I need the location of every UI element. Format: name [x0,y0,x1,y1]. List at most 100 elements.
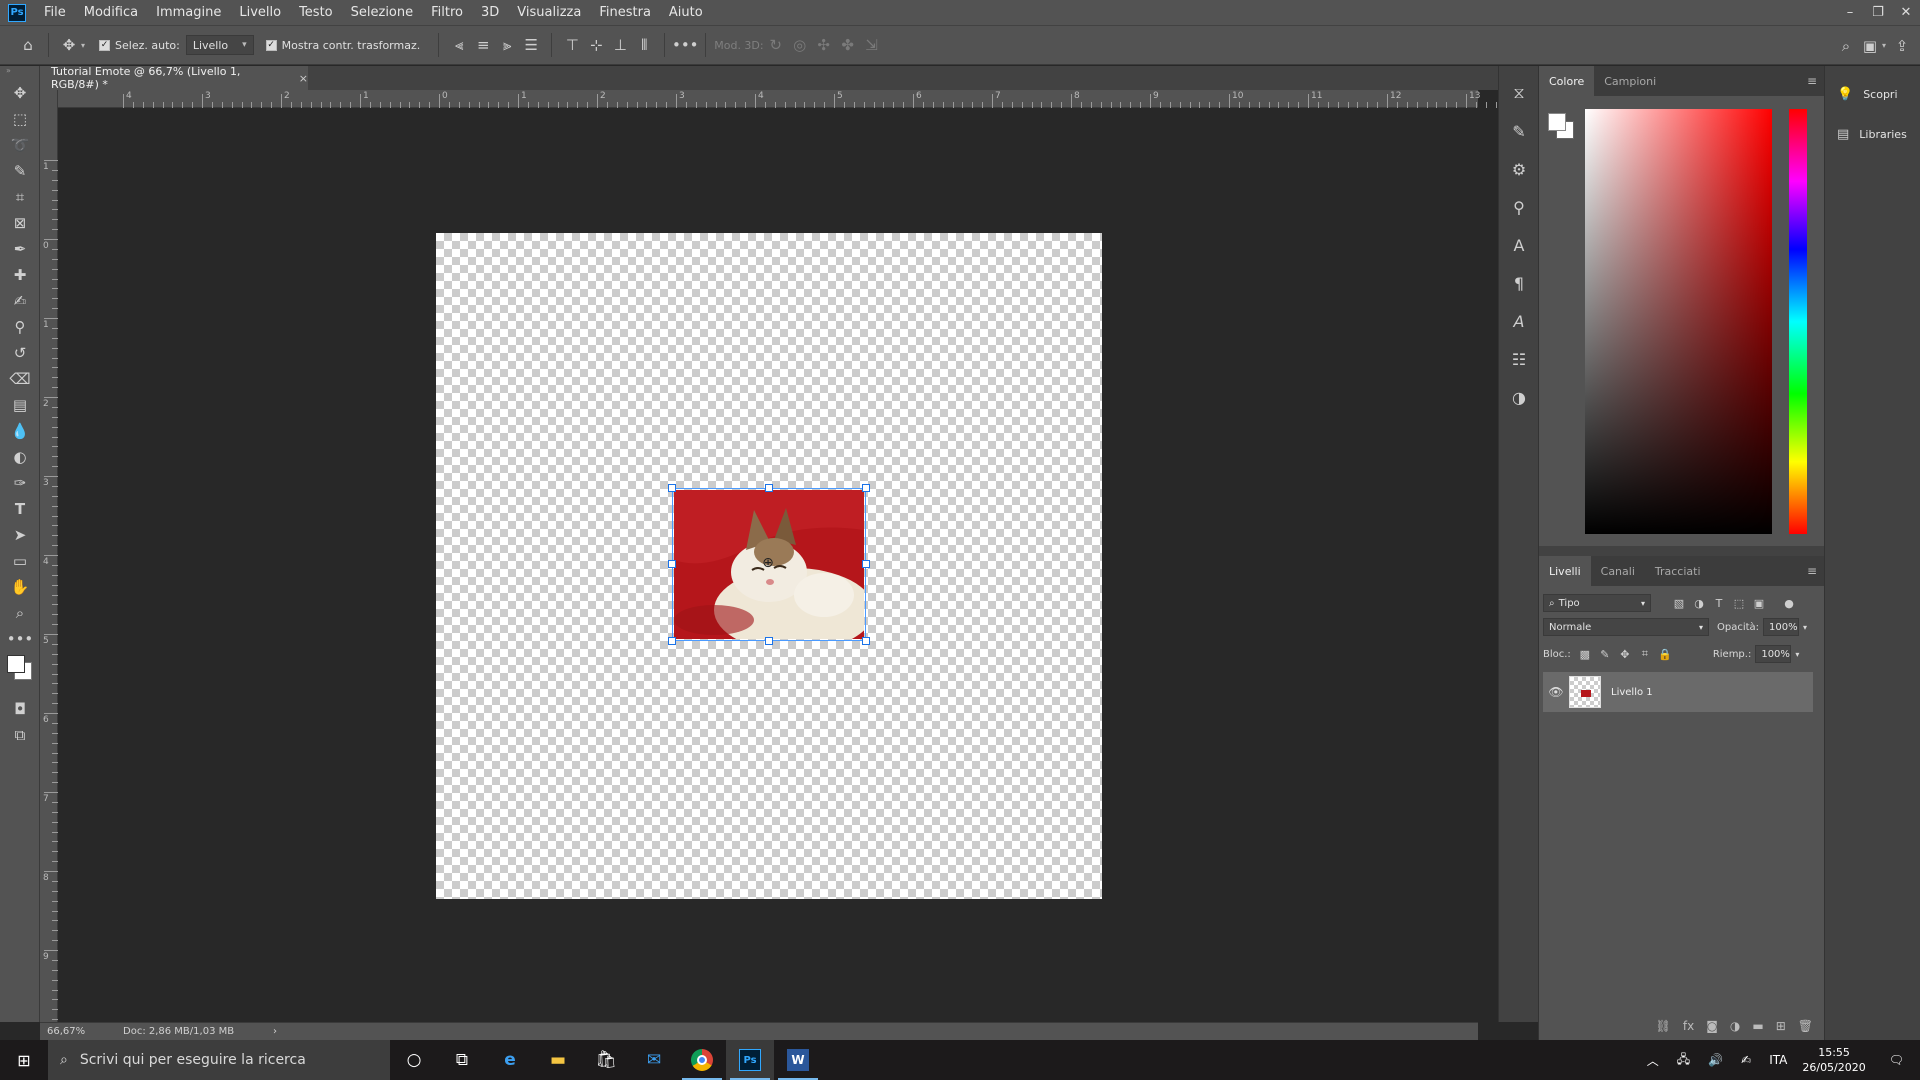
tab-campioni[interactable]: Campioni [1594,66,1666,96]
document-tab[interactable]: Tutorial Emote @ 66,7% (Livello 1, RGB/8… [40,65,308,91]
layer-filter-dropdown[interactable]: ⌕ Tipo ▾ [1543,594,1651,612]
smart-object-filter-icon[interactable]: ▣ [1749,597,1769,610]
stamp-tool-icon[interactable]: ⚲ [0,314,40,340]
edit-toolbar-icon[interactable]: ••• [0,626,40,652]
menu-livello[interactable]: Livello [230,5,290,20]
menu-testo[interactable]: Testo [290,5,342,20]
blend-mode-dropdown[interactable]: Normale ▾ [1543,618,1709,636]
transform-handle-right[interactable] [862,560,870,568]
menu-finestra[interactable]: Finestra [590,5,660,20]
transform-handle-bottom[interactable] [765,637,773,645]
tab-colore[interactable]: Colore [1539,66,1595,96]
crop-tool-icon[interactable]: ⌗ [0,184,40,210]
character-panel-icon[interactable]: A [1499,226,1539,264]
adjustments-icon[interactable]: ⚙ [1499,150,1539,188]
fill-input[interactable]: 100% [1755,645,1792,663]
libraries-button[interactable]: ▤ Libraries [1825,114,1920,154]
frame-tool-icon[interactable]: ⊠ [0,210,40,236]
color-picker-field[interactable] [1585,109,1772,534]
transform-handle-bottom-left[interactable] [668,637,676,645]
network-icon[interactable]: 🖧 [1677,1050,1690,1071]
healing-tool-icon[interactable]: ✚ [0,262,40,288]
layer-thumbnail[interactable] [1569,676,1601,708]
horizontral-ruler[interactable]: 4 3 2 1 0 1 2 3 4 5 6 7 8 9 10 11 12 13 [58,90,1537,108]
visibility-eye-icon[interactable]: 👁 [1543,685,1569,699]
volume-icon[interactable]: 🔊 [1708,1053,1723,1067]
photoshop-taskbar-icon[interactable]: Ps [726,1040,774,1080]
edge-browser-icon[interactable]: e [486,1040,534,1080]
link-layers-icon[interactable]: ⛓ [1656,1019,1671,1033]
taskbar-search-box[interactable]: ⌕ Scrivi qui per eseguire la ricerca [48,1040,390,1080]
brush-settings-icon[interactable]: ✎ [1499,112,1539,150]
minimize-button[interactable]: – [1836,0,1864,25]
move-tool-icon[interactable]: ✥ [0,80,40,106]
cortana-icon[interactable]: ○ [390,1040,438,1080]
type-filter-icon[interactable]: T [1709,597,1729,610]
restore-button[interactable]: ❐ [1864,0,1892,25]
share-icon[interactable]: ⇪ [1890,34,1914,58]
foreground-color-swatch[interactable] [1548,113,1566,131]
home-icon[interactable]: ⌂ [16,33,40,57]
microsoft-store-icon[interactable]: 🛍 [582,1040,630,1080]
layer-row[interactable]: 👁 Livello 1 [1543,672,1813,712]
transform-handle-top[interactable] [765,484,773,492]
color-swatches[interactable] [0,652,39,696]
discover-button[interactable]: 💡 Scopri [1825,74,1920,114]
menu-file[interactable]: File [35,5,75,20]
blur-tool-icon[interactable]: 💧 [0,418,40,444]
pen-tool-icon[interactable]: ✑ [0,470,40,496]
mail-icon[interactable]: ✉ [630,1040,678,1080]
menu-modifica[interactable]: Modifica [75,5,147,20]
history-brush-tool-icon[interactable]: ↺ [0,340,40,366]
taskbar-clock[interactable]: 15:55 26/05/2020 [1802,1045,1865,1075]
tab-tracciati[interactable]: Tracciati [1645,556,1711,586]
shape-filter-icon[interactable]: ⬚ [1729,597,1749,610]
gradient-tool-icon[interactable]: ▤ [0,392,40,418]
tab-canali[interactable]: Canali [1591,556,1645,586]
document-canvas[interactable]: ⊕ [436,233,1102,899]
lock-transparency-icon[interactable]: ▩ [1575,648,1595,661]
add-mask-icon[interactable]: ◙ [1706,1019,1718,1033]
close-tab-icon[interactable]: × [299,72,308,85]
rectangle-tool-icon[interactable]: ▭ [0,548,40,574]
delete-layer-icon[interactable]: 🗑 [1798,1019,1813,1033]
hue-slider[interactable] [1789,109,1807,534]
dodge-tool-icon[interactable]: ◐ [0,444,40,470]
fx-icon[interactable]: fx [1683,1019,1694,1033]
menu-immagine[interactable]: Immagine [147,5,230,20]
task-view-icon[interactable]: ⧉ [438,1040,486,1080]
vertical-ruler[interactable]: 1 0 1 2 3 4 5 6 7 8 9 [40,90,58,1022]
close-button[interactable]: ✕ [1892,0,1920,25]
align-middle-icon[interactable]: ⊹ [584,33,608,57]
lasso-tool-icon[interactable]: ➰ [0,132,40,158]
quick-select-tool-icon[interactable]: ✎ [0,158,40,184]
auto-select-checkbox[interactable]: ✓ Selez. auto: [99,39,180,52]
path-select-tool-icon[interactable]: ➤ [0,522,40,548]
properties-panel-icon[interactable]: ☷ [1499,340,1539,378]
glyphs-panel-icon[interactable]: A [1499,302,1539,340]
transform-handle-bottom-right[interactable] [862,637,870,645]
collapse-icon[interactable]: » [0,66,39,80]
type-tool-icon[interactable]: T [0,496,40,522]
menu-visualizza[interactable]: Visualizza [508,5,590,20]
lock-pixels-icon[interactable]: ✎ [1595,648,1615,661]
file-explorer-icon[interactable]: ▬ [534,1040,582,1080]
status-menu-arrow-icon[interactable]: › [273,1026,277,1037]
pen-workspace-icon[interactable]: ✍ [1741,1053,1751,1067]
menu-filtro[interactable]: Filtro [422,5,472,20]
tab-livelli[interactable]: Livelli [1539,556,1591,586]
chevron-down-icon[interactable]: ▾ [1882,41,1886,58]
eyedropper-tool-icon[interactable]: ✒ [0,236,40,262]
menu-selezione[interactable]: Selezione [342,5,423,20]
chevron-down-icon[interactable]: ▾ [1803,623,1807,632]
workspace-icon[interactable]: ▣ [1858,34,1882,58]
filter-toggle-icon[interactable]: ● [1779,597,1799,610]
history-panel-icon[interactable]: ⧖ [1499,74,1539,112]
foreground-color-swatch[interactable] [7,655,25,673]
eraser-tool-icon[interactable]: ⌫ [0,366,40,392]
lock-all-icon[interactable]: 🔒 [1655,648,1675,661]
transform-handle-top-right[interactable] [862,484,870,492]
paragraph-panel-icon[interactable]: ¶ [1499,264,1539,302]
show-transform-checkbox[interactable]: ✓ Mostra contr. trasformaz. [265,39,420,52]
menu-3d[interactable]: 3D [472,5,508,20]
